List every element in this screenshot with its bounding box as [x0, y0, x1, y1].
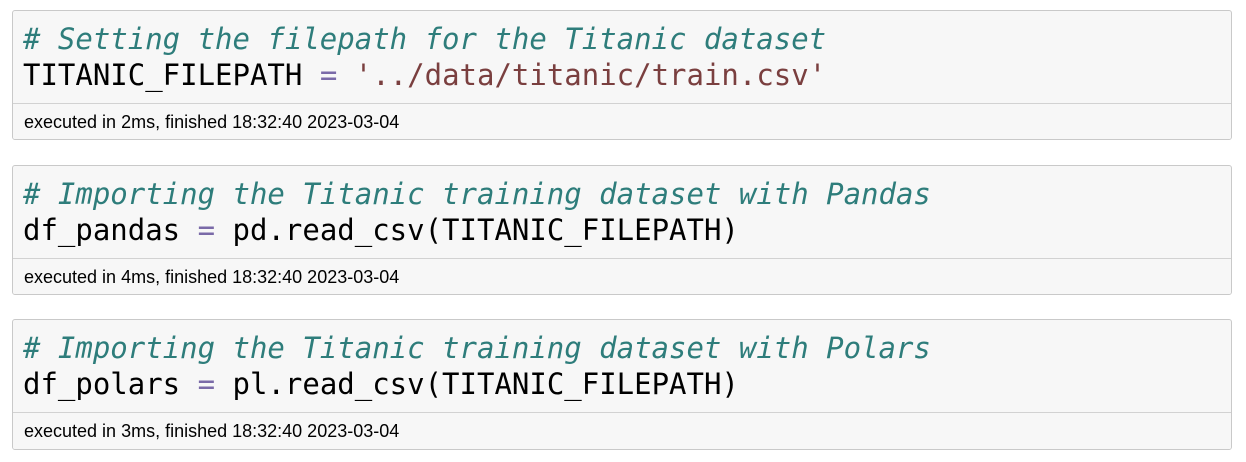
string-literal: '../data/titanic/train.csv' [354, 58, 827, 92]
variable-name: df_polars [23, 367, 181, 401]
code-comment: # Setting the filepath for the Titanic d… [23, 22, 827, 56]
notebook-cell-1[interactable]: # Setting the filepath for the Titanic d… [12, 10, 1232, 140]
notebook-cell-3[interactable]: # Importing the Titanic training dataset… [12, 319, 1232, 450]
code-input[interactable]: # Importing the Titanic training dataset… [13, 320, 1231, 412]
function-call: pd.read_csv(TITANIC_FILEPATH) [232, 213, 739, 247]
execution-info: executed in 2ms, finished 18:32:40 2023-… [13, 103, 1231, 139]
notebook-cell-2[interactable]: # Importing the Titanic training dataset… [12, 165, 1232, 295]
assignment-operator: = [319, 58, 338, 92]
code-input[interactable]: # Setting the filepath for the Titanic d… [13, 11, 1231, 103]
execution-info: executed in 4ms, finished 18:32:40 2023-… [13, 258, 1231, 294]
code-comment: # Importing the Titanic training dataset… [23, 331, 931, 365]
assignment-operator: = [197, 213, 216, 247]
variable-name: df_pandas [23, 213, 181, 247]
variable-name: TITANIC_FILEPATH [23, 58, 303, 92]
assignment-operator: = [197, 367, 216, 401]
execution-info: executed in 3ms, finished 18:32:40 2023-… [13, 412, 1231, 449]
code-input[interactable]: # Importing the Titanic training dataset… [13, 166, 1231, 258]
function-call: pl.read_csv(TITANIC_FILEPATH) [232, 367, 739, 401]
code-comment: # Importing the Titanic training dataset… [23, 177, 931, 211]
